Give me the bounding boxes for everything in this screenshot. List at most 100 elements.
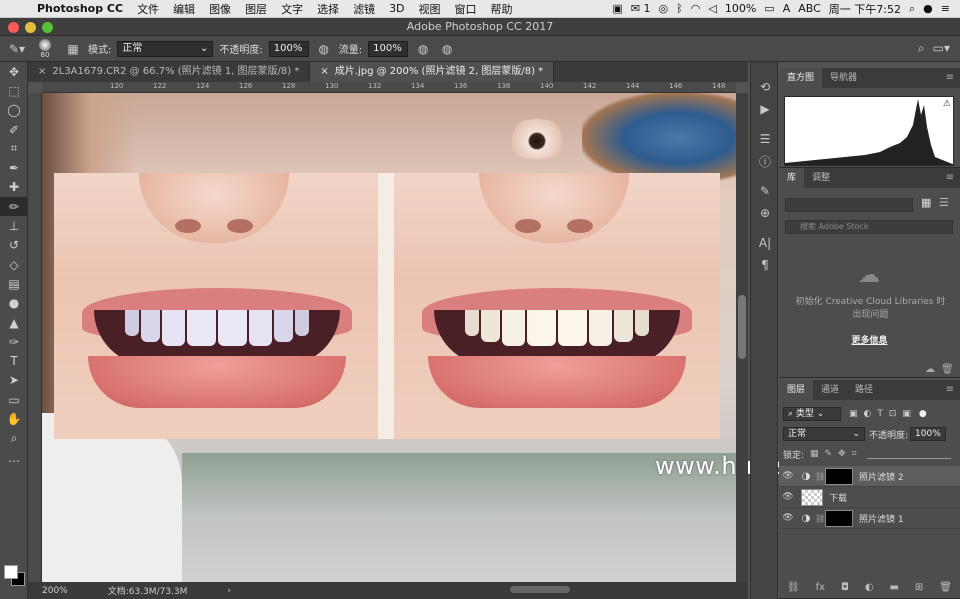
trash-icon[interactable]: 🗑 — [941, 364, 954, 375]
vertical-scroll-thumb[interactable] — [738, 295, 746, 359]
tab-libraries[interactable]: 库 — [779, 168, 805, 188]
new-layer-icon[interactable]: ⊞ — [915, 582, 923, 593]
eyedropper-tool-icon[interactable]: ✒ — [0, 158, 28, 177]
layer-filter-select[interactable]: ⌕ 类型 ⌄ — [783, 407, 841, 421]
brush-settings-icon[interactable]: ✎ — [751, 180, 779, 202]
warning-icon[interactable]: ⚠ — [943, 99, 951, 109]
menu-help[interactable]: 帮助 — [484, 1, 520, 17]
tab-raw-document[interactable]: × 2L3A1679.CR2 @ 66.7% (照片滤镜 1, 图层蒙版/8) * — [28, 62, 311, 82]
tab-paths[interactable]: 路径 — [847, 380, 881, 400]
eye-visibility-icon[interactable]: 👁 — [779, 471, 797, 481]
edit-toolbar-icon[interactable]: … — [0, 448, 28, 467]
link-layers-icon[interactable]: ⛓ — [787, 582, 800, 593]
volume-icon[interactable]: ◁ — [708, 2, 716, 15]
brush-preset-picker[interactable]: 60 — [32, 38, 58, 59]
character-panel-icon[interactable]: A| — [751, 232, 779, 254]
status-arrow-icon[interactable]: › — [227, 586, 231, 596]
hand-tool-icon[interactable]: ✋ — [0, 409, 28, 428]
zoom-window-button[interactable] — [42, 22, 53, 33]
menu-file[interactable]: 文件 — [130, 1, 166, 17]
battery-icon[interactable]: ▭ — [764, 2, 774, 15]
menu-edit[interactable]: 编辑 — [166, 1, 202, 17]
dodge-tool-icon[interactable]: ▲ — [0, 313, 28, 332]
history-brush-tool-icon[interactable]: ↺ — [0, 236, 28, 255]
input-method-icon[interactable]: A — [783, 2, 791, 15]
menu-layer[interactable]: 图层 — [238, 1, 274, 17]
info-panel-icon[interactable]: ⓘ — [751, 150, 779, 172]
clone-stamp-tool-icon[interactable]: ⊥ — [0, 216, 28, 235]
zoom-tool-icon[interactable]: ⌕ — [0, 429, 28, 448]
menu-3d[interactable]: 3D — [382, 2, 411, 15]
menu-app[interactable]: Photoshop CC — [30, 2, 130, 15]
panel-menu-icon[interactable]: ≡ — [946, 380, 954, 400]
list-view-icon[interactable]: ☰ — [939, 196, 949, 209]
wechat-icon[interactable]: ✉ 1 — [631, 2, 651, 15]
new-adjustment-icon[interactable]: ◐ — [865, 582, 874, 593]
wifi-icon[interactable]: ◠ — [691, 2, 701, 15]
delete-layer-icon[interactable]: 🗑 — [939, 582, 952, 593]
paragraph-panel-icon[interactable]: ¶ — [751, 254, 779, 276]
spotlight-icon[interactable]: ⌕ — [909, 2, 915, 16]
gradient-tool-icon[interactable]: ▤ — [0, 274, 28, 293]
quick-select-tool-icon[interactable]: ✐ — [0, 120, 28, 139]
panel-menu-icon[interactable]: ≡ — [946, 68, 954, 88]
menu-filter[interactable]: 滤镜 — [346, 1, 382, 17]
menu-view[interactable]: 视图 — [412, 1, 448, 17]
airbrush-icon[interactable]: ◍ — [414, 40, 432, 58]
layer-row[interactable]: 👁 ◑ ⛓ 照片滤镜 1 — [779, 508, 960, 529]
library-select[interactable] — [785, 198, 913, 212]
flow-input[interactable]: 100% — [368, 40, 409, 57]
layer-mask-thumbnail[interactable] — [825, 509, 853, 527]
cc-sync-icon[interactable]: ☁ — [925, 364, 935, 375]
pen-tool-icon[interactable]: ✑ — [0, 332, 28, 351]
minimize-window-button[interactable] — [25, 22, 36, 33]
actions-panel-icon[interactable]: ▶ — [751, 98, 779, 120]
layer-mask-thumbnail[interactable] — [825, 467, 853, 485]
layer-thumbnail[interactable] — [801, 488, 823, 506]
type-tool-icon[interactable]: T — [0, 351, 28, 370]
grid-view-icon[interactable]: ▦ — [921, 196, 931, 209]
menu-image[interactable]: 图像 — [202, 1, 238, 17]
marquee-tool-icon[interactable]: ⬚ — [0, 81, 28, 100]
layer-opacity-input[interactable]: 100% — [910, 427, 947, 441]
tab-histogram[interactable]: 直方图 — [779, 68, 823, 88]
close-tab-icon[interactable]: × — [38, 66, 46, 77]
menu-type[interactable]: 文字 — [274, 1, 310, 17]
clock[interactable]: 周一 下午7:52 — [829, 1, 901, 17]
layer-name[interactable]: 下载 — [829, 491, 847, 504]
siri-icon[interactable]: ● — [923, 2, 933, 15]
layer-row[interactable]: 👁 下载 — [779, 487, 960, 508]
crop-tool-icon[interactable]: ⌗ — [0, 139, 28, 158]
tab-final-document[interactable]: × 成片.jpg @ 200% (照片滤镜 2, 图层蒙版/8) * — [310, 62, 555, 82]
tab-navigator[interactable]: 导航器 — [822, 68, 865, 88]
tab-channels[interactable]: 通道 — [813, 380, 847, 400]
document-canvas[interactable] — [42, 93, 736, 582]
healing-brush-tool-icon[interactable]: ✚ — [0, 178, 28, 197]
history-panel-icon[interactable]: ⟲ — [751, 76, 779, 98]
properties-panel-icon[interactable]: ☰ — [751, 128, 779, 150]
brush-tool-preset-icon[interactable]: ✎▾ — [8, 40, 26, 58]
new-group-icon[interactable]: ▬ — [890, 582, 899, 593]
document-size[interactable]: 文档:63.3M/73.3M — [108, 584, 188, 597]
menu-window[interactable]: 窗口 — [448, 1, 484, 17]
eye-visibility-icon[interactable]: 👁 — [779, 492, 797, 502]
eye-visibility-icon[interactable]: 👁 — [779, 513, 797, 523]
layer-filter-icons[interactable]: ▣◐T⊡▣ — [849, 409, 917, 419]
menu-select[interactable]: 选择 — [310, 1, 346, 17]
screen-record-icon[interactable]: ▣ — [612, 2, 622, 15]
layer-row[interactable]: 👁 ◑ ⛓ 照片滤镜 2 — [779, 466, 960, 487]
library-search-input[interactable]: 搜索 Adobe Stock — [785, 220, 953, 234]
more-info-link[interactable]: 更多信息 — [779, 333, 960, 346]
mode-select[interactable]: 正常 ⌄ — [117, 40, 214, 57]
horizontal-scroll-thumb[interactable] — [510, 586, 570, 593]
airplay-icon[interactable]: ◎ — [659, 2, 669, 15]
panel-menu-icon[interactable]: ≡ — [946, 168, 954, 188]
tab-adjustments[interactable]: 调整 — [804, 168, 838, 188]
opacity-pressure-icon[interactable]: ◍ — [315, 40, 333, 58]
link-icon[interactable]: ⛓ — [815, 514, 825, 523]
layer-style-icon[interactable]: fx — [816, 582, 825, 593]
brush-panel-icon[interactable]: ▦ — [64, 40, 82, 58]
add-mask-icon[interactable]: ◘ — [841, 582, 849, 593]
close-window-button[interactable] — [8, 22, 19, 33]
opacity-input[interactable]: 100% — [268, 40, 309, 57]
